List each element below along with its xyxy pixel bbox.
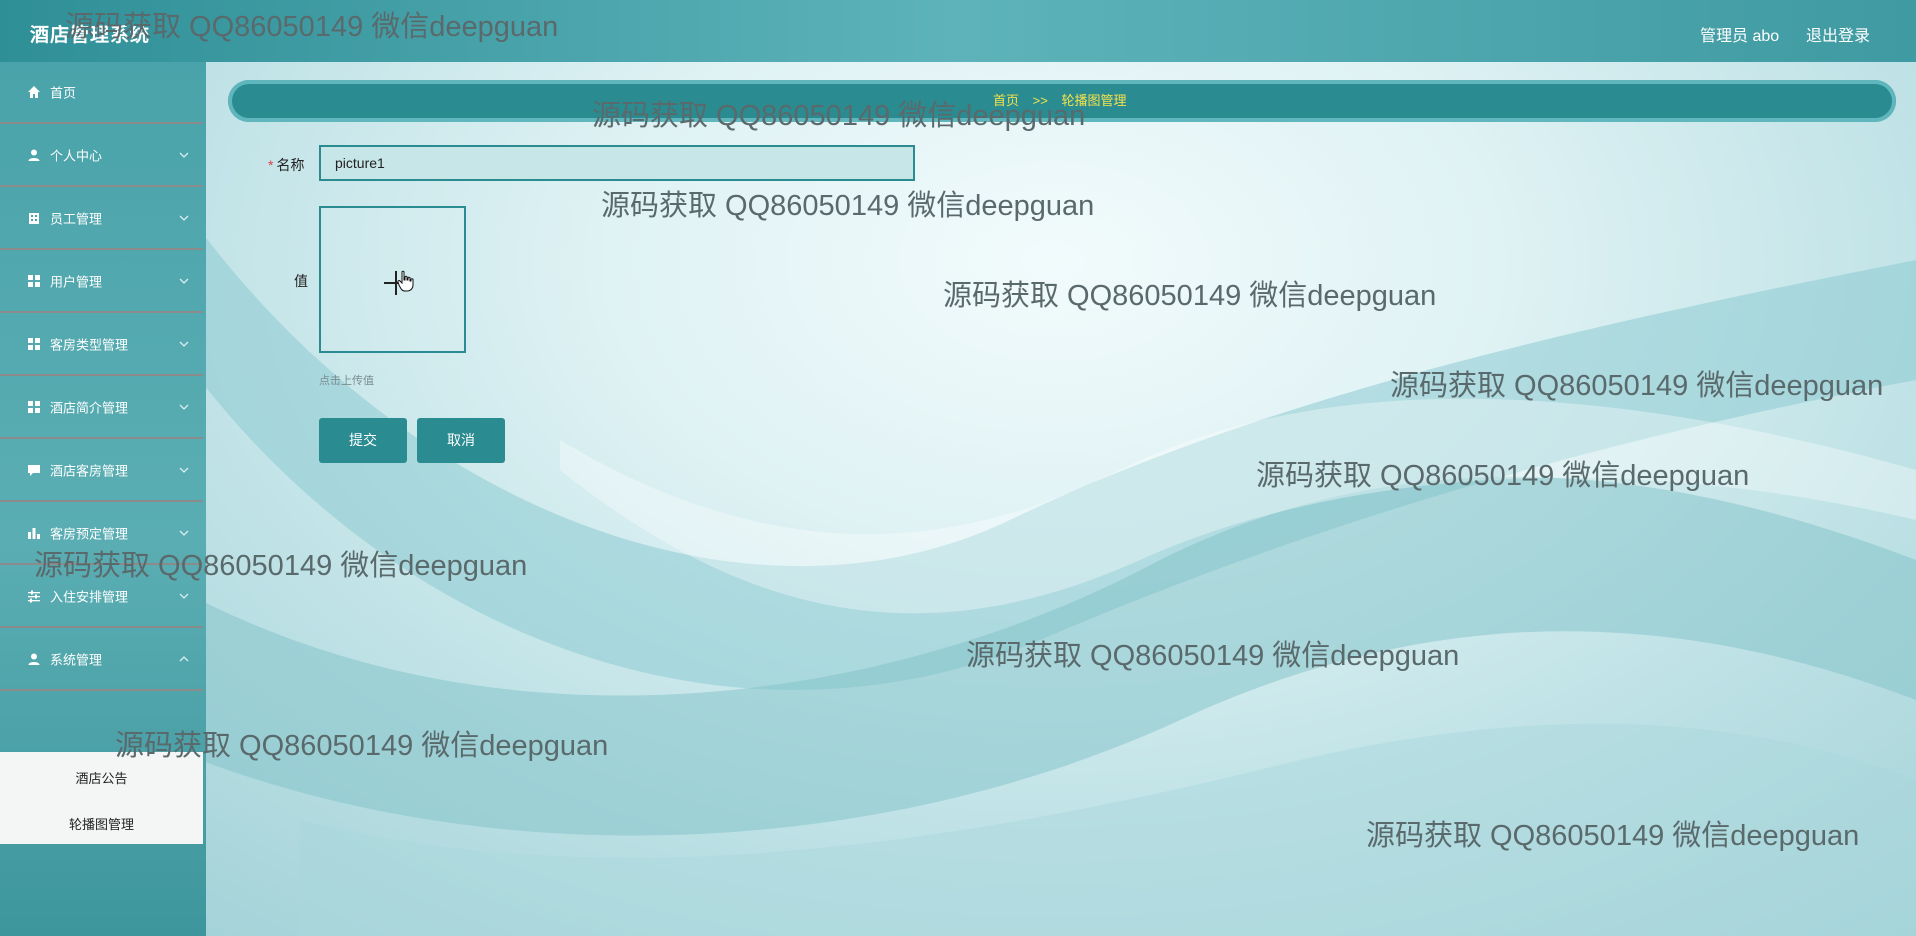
- sidebar-item-label: 员工管理: [50, 211, 103, 227]
- sidebar-item-room-types[interactable]: 客房类型管理: [0, 314, 203, 376]
- sidebar-item-personal-center[interactable]: 个人中心: [0, 125, 203, 187]
- submit-button[interactable]: 提交: [319, 418, 407, 463]
- sidebar-item-label: 首页: [50, 85, 77, 101]
- sidebar-item-reservations[interactable]: 客房预定管理: [0, 503, 203, 565]
- sidebar-item-hotel-rooms[interactable]: 酒店客房管理: [0, 440, 203, 502]
- sidebar-item-home[interactable]: 首页: [0, 62, 203, 124]
- sidebar-item-label: 入住安排管理: [50, 589, 129, 605]
- breadcrumb-separator: >>: [1032, 93, 1048, 108]
- sidebar-item-label: 系统管理: [50, 652, 103, 668]
- chevron-down-icon: [179, 215, 189, 221]
- chevron-down-icon: [179, 404, 189, 410]
- user-icon: [28, 653, 40, 665]
- sidebar-item-check-in[interactable]: 入住安排管理: [0, 566, 203, 628]
- sidebar: 首页 个人中心 员工管理 用户管理 客房类型管理 酒店简介管理 酒店客房管理 客…: [0, 62, 206, 936]
- grid-icon: [28, 275, 40, 287]
- chevron-down-icon: [179, 341, 189, 347]
- sidebar-item-label: 个人中心: [50, 148, 103, 164]
- name-input[interactable]: [319, 145, 915, 181]
- bar-chart-icon: [28, 528, 40, 539]
- home-icon: [28, 86, 40, 98]
- submenu-item-announcements[interactable]: 酒店公告: [0, 768, 203, 787]
- name-field-label: * 名称: [268, 155, 304, 175]
- grid-icon: [28, 401, 40, 413]
- chevron-down-icon: [179, 278, 189, 284]
- top-header: 酒店管理系统 管理员 abo 退出登录: [0, 0, 1916, 62]
- required-asterisk: *: [268, 157, 274, 173]
- chevron-down-icon: [179, 467, 189, 473]
- silk-background-graphic: [200, 230, 1916, 936]
- sidebar-item-staff[interactable]: 员工管理: [0, 188, 203, 250]
- logout-button[interactable]: 退出登录: [1806, 22, 1870, 46]
- building-icon: [29, 213, 39, 224]
- page-background: [0, 0, 1916, 936]
- sidebar-item-label: 客房类型管理: [50, 337, 129, 353]
- sidebar-item-system[interactable]: 系统管理: [0, 629, 203, 691]
- hand-cursor-icon: [397, 270, 414, 292]
- cancel-button[interactable]: 取消: [417, 418, 505, 463]
- breadcrumb: 首页 >> 轮播图管理: [993, 80, 1136, 122]
- upload-hint: 点击上传值: [319, 375, 374, 387]
- value-field-label: 值: [294, 273, 308, 289]
- sidebar-item-label: 用户管理: [50, 274, 103, 290]
- grid-icon: [28, 338, 40, 350]
- admin-user-label: 管理员 abo: [1700, 28, 1780, 45]
- chevron-up-icon: [179, 656, 189, 662]
- breadcrumb-current: 轮播图管理: [1061, 93, 1127, 108]
- sliders-icon: [28, 590, 40, 603]
- image-upload-box[interactable]: [319, 206, 466, 353]
- sidebar-item-hotel-intro[interactable]: 酒店简介管理: [0, 377, 203, 439]
- chevron-down-icon: [179, 152, 189, 158]
- name-label-text: 名称: [276, 157, 305, 173]
- sidebar-item-label: 客房预定管理: [50, 526, 129, 542]
- chat-icon: [28, 465, 40, 476]
- user-icon: [28, 149, 40, 161]
- chevron-down-icon: [179, 593, 189, 599]
- sidebar-item-label: 酒店客房管理: [50, 463, 129, 479]
- system-submenu: 酒店公告 轮播图管理: [0, 752, 203, 844]
- submenu-item-carousel[interactable]: 轮播图管理: [0, 814, 203, 833]
- chevron-down-icon: [179, 530, 189, 536]
- app-title: 酒店管理系统: [30, 25, 151, 46]
- breadcrumb-home[interactable]: 首页: [993, 93, 1019, 108]
- sidebar-item-users[interactable]: 用户管理: [0, 251, 203, 313]
- breadcrumb-bar: 首页 >> 轮播图管理: [228, 80, 1896, 122]
- sidebar-item-label: 酒店简介管理: [50, 400, 129, 416]
